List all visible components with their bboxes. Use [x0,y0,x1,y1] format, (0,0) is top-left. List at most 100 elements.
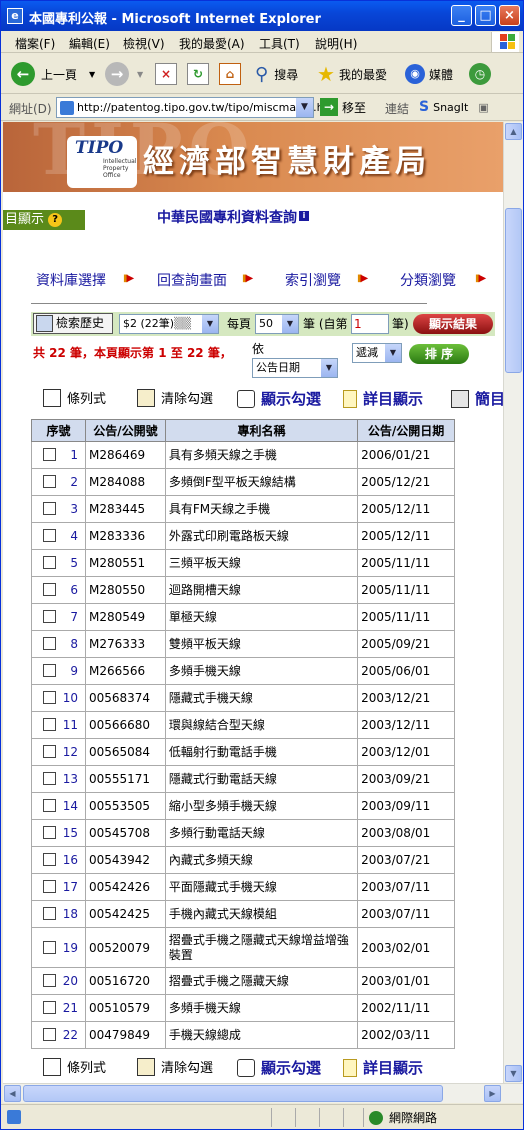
scroll-right-icon[interactable]: ▶ [484,1085,501,1102]
nav-database-select[interactable]: 資料庫選擇 [36,270,106,290]
row-checkbox[interactable] [43,772,56,785]
row-seq-link[interactable]: 11 [56,718,78,732]
row-checkbox[interactable] [43,974,56,987]
row-seq-link[interactable]: 10 [56,691,78,705]
snagit-capture-icon[interactable]: ▣ [478,101,488,114]
forward-dropdown-icon[interactable]: ▼ [137,70,143,79]
stop-button[interactable]: × [155,60,177,88]
menu-edit[interactable]: 編輯(E) [69,35,110,52]
row-checkbox[interactable] [43,799,56,812]
row-seq-link[interactable]: 16 [56,853,78,867]
row-seq-link[interactable]: 9 [56,664,78,678]
show-checked-button[interactable]: 顯示勾選 [237,388,321,409]
row-seq-link[interactable]: 4 [56,529,78,543]
clear-checks-button[interactable]: 清除勾選 [137,1057,213,1076]
back-dropdown-icon[interactable]: ▼ [89,70,95,79]
history-button[interactable]: ◷ [469,60,491,88]
menu-view[interactable]: 檢視(V) [123,35,165,52]
nav-index-browse[interactable]: 索引瀏覽 [285,270,341,290]
row-checkbox[interactable] [43,583,56,596]
close-button[interactable]: × [499,5,520,26]
help-icon[interactable]: ? [48,213,63,227]
query-set-select[interactable]: $2 (22筆)▒▒ ▼ [119,314,219,334]
start-record-input[interactable]: 1 [351,314,389,334]
links-button[interactable]: 連結 [385,100,409,117]
media-button[interactable]: ◉ 媒體 [405,60,453,88]
row-checkbox[interactable] [43,853,56,866]
menu-favorites[interactable]: 我的最愛(A) [179,35,245,52]
nav-back-to-query[interactable]: 回查詢畫面 [157,270,227,290]
address-dropdown-icon[interactable]: ▼ [296,98,313,117]
search-button[interactable]: ⚲ 搜尋 [255,60,298,88]
row-seq-link[interactable]: 17 [56,880,78,894]
row-checkbox[interactable] [43,691,56,704]
row-seq-link[interactable]: 12 [56,745,78,759]
show-checked-button[interactable]: 顯示勾選 [237,1057,321,1078]
menu-tools[interactable]: 工具(T) [259,35,300,52]
snagit-button[interactable]: S SnagIt ▣ [419,99,489,115]
list-view-button[interactable]: 條列式 [43,1057,106,1076]
row-checkbox[interactable] [43,502,56,515]
row-checkbox[interactable] [43,664,56,677]
row-checkbox[interactable] [43,1028,56,1041]
row-seq-link[interactable]: 15 [56,826,78,840]
menu-file[interactable]: 檔案(F) [15,35,55,52]
sort-field-select[interactable]: 公告日期 ▼ [252,358,338,378]
home-button[interactable]: ⌂ [219,60,241,88]
brief-view-button[interactable]: 簡目 [451,388,503,409]
horizontal-scrollbar[interactable]: ◀ ▶ [3,1083,523,1103]
row-seq-link[interactable]: 1 [56,448,78,462]
list-view-button[interactable]: 條列式 [43,388,106,407]
row-checkbox[interactable] [43,745,56,758]
row-checkbox[interactable] [43,907,56,920]
info-icon[interactable]: i [299,211,309,221]
row-checkbox[interactable] [43,880,56,893]
row-seq-link[interactable]: 3 [56,502,78,516]
minimize-button[interactable]: _ [451,5,472,26]
row-checkbox[interactable] [43,610,56,623]
favorites-button[interactable]: ★ 我的最愛 [317,60,387,88]
clear-checks-button[interactable]: 清除勾選 [137,388,213,407]
scroll-left-icon[interactable]: ◀ [4,1085,21,1102]
row-seq-link[interactable]: 14 [56,799,78,813]
row-checkbox[interactable] [43,448,56,461]
row-seq-link[interactable]: 13 [56,772,78,786]
row-checkbox[interactable] [43,637,56,650]
row-seq-link[interactable]: 2 [56,475,78,489]
scroll-thumb[interactable] [505,208,522,373]
detail-view-button[interactable]: 詳目顯示 [343,1057,423,1078]
row-checkbox[interactable] [43,826,56,839]
go-button[interactable]: → 移至 [320,98,366,116]
scroll-up-icon[interactable]: ▲ [505,123,522,140]
row-seq-link[interactable]: 19 [56,941,78,955]
row-seq-link[interactable]: 7 [56,610,78,624]
row-seq-link[interactable]: 8 [56,637,78,651]
back-button[interactable]: ← 上一頁 ▼ [11,60,95,88]
forward-button[interactable]: → ▼ [105,60,143,88]
sort-order-select[interactable]: 遞減 ▼ [352,343,402,363]
detail-view-button[interactable]: 詳目顯示 [343,388,423,409]
row-seq-link[interactable]: 6 [56,583,78,597]
row-checkbox[interactable] [43,1001,56,1014]
row-checkbox[interactable] [43,475,56,488]
row-seq-link[interactable]: 21 [56,1001,78,1015]
sort-button[interactable]: 排 序 [409,344,469,364]
row-checkbox[interactable] [43,718,56,731]
row-seq-link[interactable]: 22 [56,1028,78,1042]
scroll-thumb-horizontal[interactable] [23,1085,443,1102]
row-seq-link[interactable]: 5 [56,556,78,570]
brief-display-tab[interactable]: 目顯示 ? [3,210,85,230]
row-seq-link[interactable]: 18 [56,907,78,921]
row-checkbox[interactable] [43,529,56,542]
nav-class-browse[interactable]: 分類瀏覽 [400,270,456,290]
row-checkbox[interactable] [43,556,56,569]
row-checkbox[interactable] [43,940,56,954]
per-page-select[interactable]: 50 ▼ [255,314,299,334]
refresh-button[interactable]: ↻ [187,60,209,88]
address-input[interactable]: http://patentog.tipo.gov.tw/tipo/miscmai… [56,97,339,118]
row-seq-link[interactable]: 20 [56,974,78,988]
maximize-button[interactable]: □ [475,5,496,26]
search-history-button[interactable]: 檢索歷史 [33,313,113,334]
menu-help[interactable]: 說明(H) [315,35,357,52]
vertical-scrollbar[interactable]: ▲ ▼ [503,122,523,1083]
